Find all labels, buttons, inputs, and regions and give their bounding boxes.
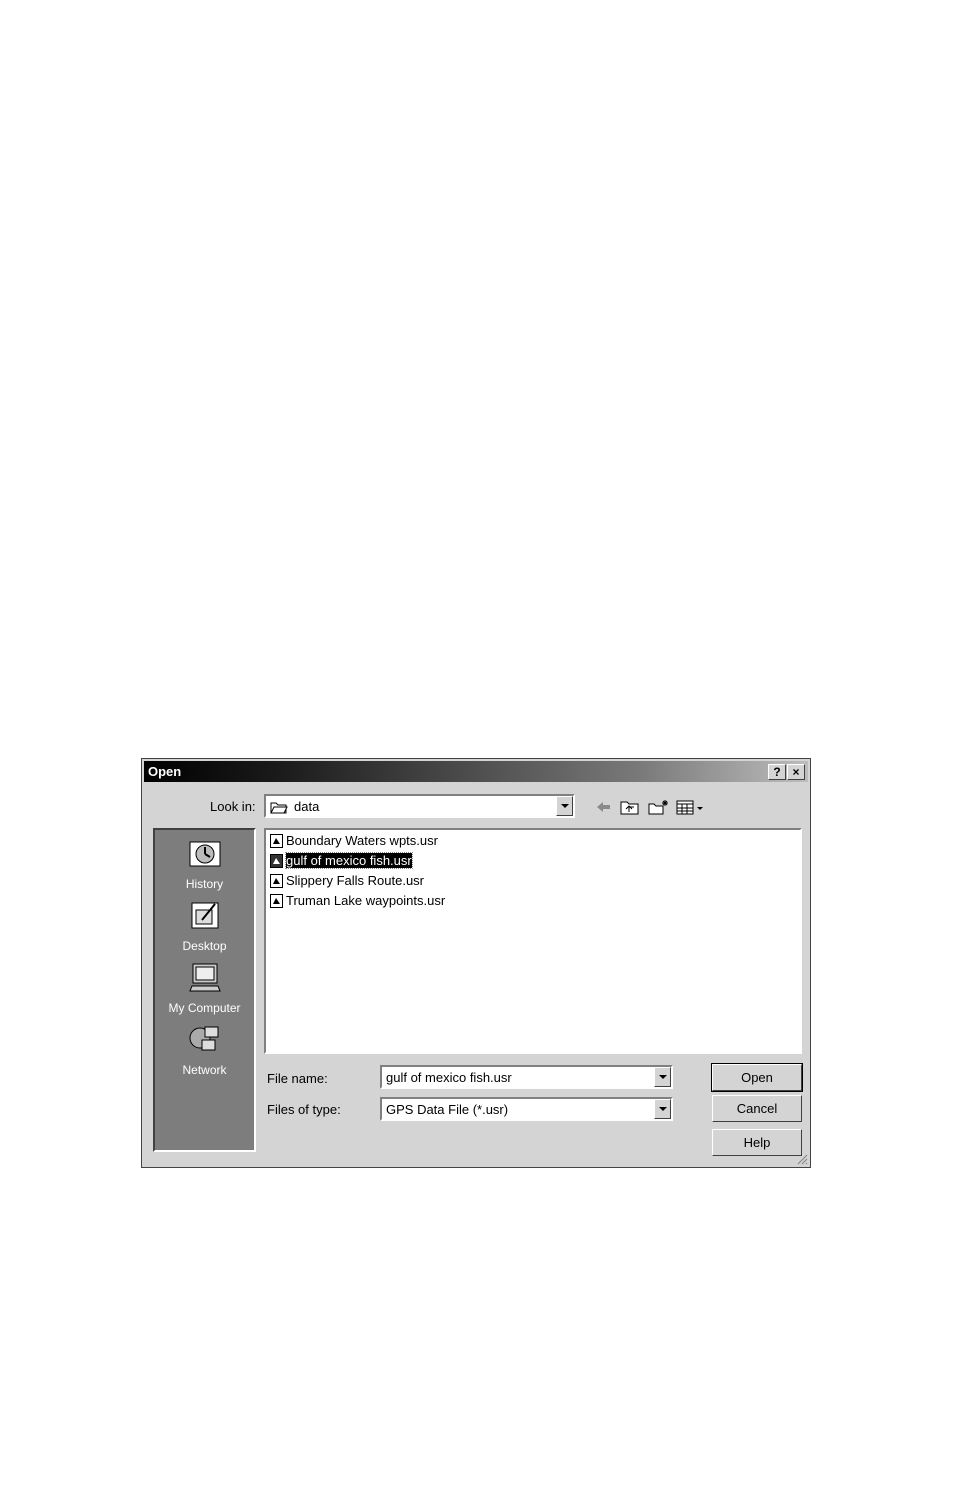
file-type-value: GPS Data File (*.usr) — [386, 1102, 509, 1117]
place-network-label: Network — [182, 1063, 227, 1077]
file-type-label: Files of type: — [267, 1102, 341, 1117]
file-name-field[interactable]: gulf of mexico fish.usr — [386, 1070, 512, 1085]
file-name: Boundary Waters wpts.usr — [286, 833, 438, 848]
file-name-dropdown-button[interactable] — [654, 1067, 671, 1087]
place-desktop-label: Desktop — [182, 939, 227, 953]
cancel-button[interactable]: Cancel — [712, 1095, 802, 1122]
folder-icon — [270, 802, 288, 814]
help-title-button[interactable]: ? — [768, 764, 786, 780]
new-folder-icon[interactable] — [648, 799, 670, 815]
file-name: Slippery Falls Route.usr — [286, 873, 424, 888]
help-button[interactable]: Help — [712, 1129, 802, 1156]
close-button[interactable]: × — [787, 764, 805, 780]
title-bar[interactable]: Open ? × — [144, 761, 808, 782]
file-type-select[interactable]: GPS Data File (*.usr) — [380, 1097, 673, 1121]
file-name: Truman Lake waypoints.usr — [286, 893, 446, 908]
places-bar: History Desktop My Computer Network — [153, 828, 256, 1152]
place-my-computer[interactable]: My Computer — [155, 962, 254, 1015]
file-name: gulf of mexico fish.usr — [285, 852, 413, 869]
file-list[interactable]: Boundary Waters wpts.usr gulf of mexico … — [264, 828, 802, 1054]
file-name-combo[interactable]: gulf of mexico fish.usr — [380, 1065, 673, 1089]
file-name-label: File name: — [267, 1071, 328, 1086]
history-icon — [189, 841, 220, 867]
my-computer-icon — [188, 963, 221, 992]
dialog-title: Open — [148, 764, 182, 779]
look-in-dropdown-button[interactable] — [556, 796, 573, 816]
up-folder-icon[interactable] — [620, 799, 640, 815]
gps-file-icon — [270, 874, 283, 888]
look-in-value: data — [294, 799, 320, 814]
open-dialog: Open ? × Look in: data History Desktop M… — [141, 758, 811, 1168]
gps-file-icon — [270, 834, 283, 848]
place-history[interactable]: History — [155, 838, 254, 891]
list-item[interactable]: Truman Lake waypoints.usr — [270, 892, 445, 909]
look-in-combo[interactable]: data — [264, 794, 575, 818]
list-item-selected[interactable]: gulf of mexico fish.usr — [270, 852, 413, 869]
file-type-dropdown-button[interactable] — [654, 1099, 671, 1119]
back-icon[interactable] — [595, 799, 613, 815]
list-item[interactable]: Boundary Waters wpts.usr — [270, 832, 438, 849]
network-icon — [189, 1026, 218, 1051]
place-network[interactable]: Network — [155, 1024, 254, 1077]
place-desktop[interactable]: Desktop — [155, 900, 254, 953]
place-history-label: History — [185, 877, 224, 891]
gps-file-icon — [270, 894, 283, 908]
resize-grip-icon[interactable] — [796, 1153, 808, 1165]
list-item[interactable]: Slippery Falls Route.usr — [270, 872, 424, 889]
desktop-icon — [191, 902, 218, 929]
place-my-computer-label: My Computer — [168, 1001, 241, 1015]
look-in-label: Look in: — [210, 799, 256, 814]
gps-file-icon — [270, 854, 283, 868]
view-menu-icon[interactable] — [676, 799, 706, 815]
open-button[interactable]: Open — [711, 1063, 803, 1092]
